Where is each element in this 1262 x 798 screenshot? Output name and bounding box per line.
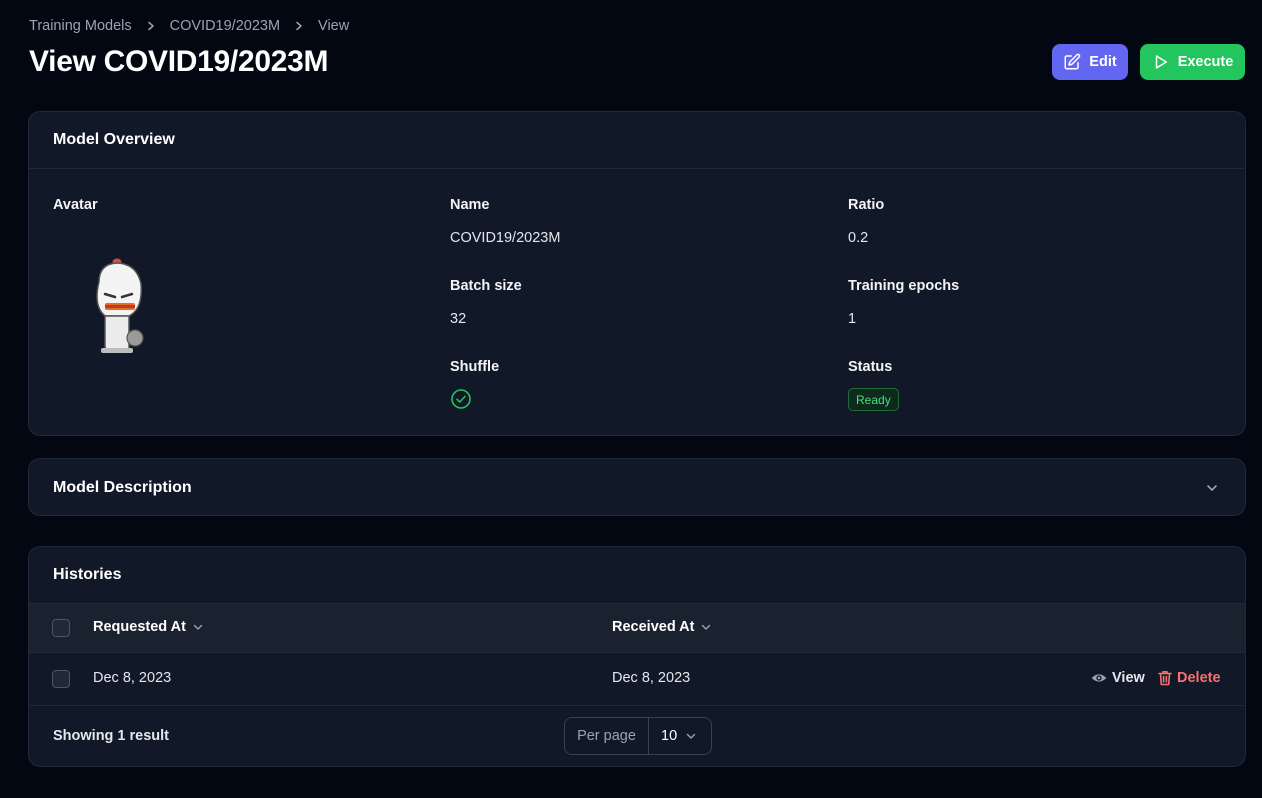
status-label: Status bbox=[848, 359, 893, 375]
view-row-label: View bbox=[1112, 670, 1145, 686]
name-label: Name bbox=[450, 197, 490, 213]
select-all-checkbox[interactable] bbox=[52, 619, 70, 637]
batch-size-value: 32 bbox=[450, 311, 467, 327]
name-value: COVID19/2023M bbox=[450, 230, 561, 246]
model-overview-card: Model Overview Avatar Name COVID19/2023M… bbox=[28, 111, 1246, 436]
ratio-value: 0.2 bbox=[848, 230, 869, 246]
table-header: Requested At Received At bbox=[29, 604, 1245, 653]
trash-icon bbox=[1158, 670, 1172, 686]
training-epochs-label: Training epochs bbox=[848, 278, 960, 294]
model-description-header[interactable]: Model Description bbox=[29, 459, 1245, 515]
view-row-button[interactable]: View bbox=[1091, 670, 1145, 686]
per-page-label: Per page bbox=[565, 718, 649, 754]
chevron-down-icon[interactable] bbox=[1205, 481, 1219, 495]
chevron-down-icon bbox=[700, 621, 712, 633]
execute-button[interactable]: Execute bbox=[1140, 44, 1245, 80]
avatar-label: Avatar bbox=[53, 197, 98, 213]
per-page-value: 10 bbox=[661, 728, 678, 744]
row-checkbox[interactable] bbox=[52, 670, 70, 688]
shuffle-label: Shuffle bbox=[450, 359, 500, 375]
column-requested-at[interactable]: Requested At bbox=[93, 619, 204, 635]
edit-button-label: Edit bbox=[1089, 54, 1117, 70]
avatar bbox=[85, 254, 149, 361]
pencil-square-icon bbox=[1063, 53, 1081, 71]
column-requested-at-label: Requested At bbox=[93, 619, 186, 635]
pagination-summary: Showing 1 result bbox=[53, 728, 170, 744]
ratio-label: Ratio bbox=[848, 197, 885, 213]
batch-size-label: Batch size bbox=[450, 278, 522, 294]
play-icon bbox=[1152, 53, 1170, 71]
per-page-control: Per page 10 bbox=[564, 717, 712, 755]
column-received-at-label: Received At bbox=[612, 619, 695, 635]
check-circle-icon bbox=[450, 388, 472, 415]
breadcrumb-item-training-models[interactable]: Training Models bbox=[29, 18, 132, 34]
eye-icon bbox=[1091, 670, 1107, 686]
model-description-title: Model Description bbox=[53, 478, 192, 496]
delete-row-label: Delete bbox=[1177, 670, 1221, 686]
histories-title: Histories bbox=[29, 547, 1245, 604]
edit-button[interactable]: Edit bbox=[1052, 44, 1128, 80]
column-received-at[interactable]: Received At bbox=[612, 619, 712, 635]
chevron-down-icon bbox=[192, 621, 204, 633]
execute-button-label: Execute bbox=[1177, 54, 1234, 70]
training-epochs-value: 1 bbox=[848, 311, 857, 327]
page-title: View COVID19/2023M bbox=[29, 45, 329, 78]
breadcrumb-item-view: View bbox=[318, 18, 350, 34]
breadcrumb: Training Models COVID19/2023M View bbox=[29, 16, 349, 36]
status-badge: Ready bbox=[848, 388, 899, 411]
requested-at-cell: Dec 8, 2023 bbox=[93, 670, 172, 686]
model-description-card[interactable]: Model Description bbox=[28, 458, 1246, 516]
received-at-cell: Dec 8, 2023 bbox=[612, 670, 691, 686]
per-page-select[interactable]: 10 bbox=[649, 718, 711, 754]
chevron-down-icon bbox=[685, 730, 697, 742]
chevron-right-icon bbox=[146, 21, 156, 31]
model-overview-title: Model Overview bbox=[29, 112, 1245, 169]
chevron-right-icon bbox=[294, 21, 304, 31]
breadcrumb-item-model[interactable]: COVID19/2023M bbox=[170, 18, 280, 34]
histories-card: Histories Requested At Received At Dec 8… bbox=[28, 546, 1246, 767]
delete-row-button[interactable]: Delete bbox=[1158, 670, 1221, 686]
table-row: Dec 8, 2023 Dec 8, 2023 View Delete bbox=[29, 653, 1245, 706]
